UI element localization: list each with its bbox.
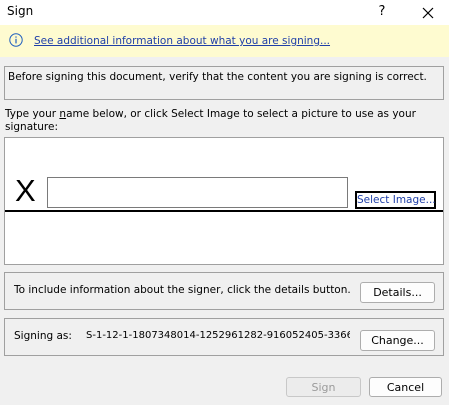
signature-area: X Select Image... [4, 137, 444, 265]
details-button[interactable]: Details... [360, 282, 435, 303]
sign-dialog: Sign ? See additional information about … [0, 0, 449, 405]
info-bar: See additional information about what yo… [0, 25, 449, 57]
verify-content-text: Before signing this document, verify tha… [8, 71, 427, 83]
title-bar: Sign ? [0, 0, 449, 25]
instruction-part1: Type your [5, 108, 60, 120]
info-icon [9, 33, 23, 47]
signing-as-label: Signing as: [14, 330, 72, 342]
signature-line [5, 210, 443, 212]
instruction-part2: ame below, or click Select Image to sele… [5, 108, 416, 133]
signing-as-box: Signing as: S-1-12-1-1807348014-12529612… [4, 318, 444, 356]
details-box: To include information about the signer,… [4, 272, 444, 310]
window-title: Sign [7, 4, 34, 18]
close-button[interactable] [413, 1, 443, 23]
signature-x-mark: X [15, 173, 36, 208]
sign-button[interactable]: Sign [286, 377, 361, 397]
cancel-button[interactable]: Cancel [369, 377, 442, 397]
help-button[interactable]: ? [368, 1, 396, 23]
change-button[interactable]: Change... [360, 330, 435, 351]
signature-name-input[interactable] [47, 177, 348, 208]
signature-instruction: Type your name below, or click Select Im… [5, 108, 445, 134]
signing-as-value: S-1-12-1-1807348014-1252961282-916052405… [86, 330, 350, 341]
close-icon [422, 7, 434, 18]
select-image-button[interactable]: Select Image... [355, 191, 436, 209]
details-text: To include information about the signer,… [14, 284, 351, 296]
verify-content-box: Before signing this document, verify tha… [4, 66, 444, 100]
additional-info-link[interactable]: See additional information about what yo… [34, 35, 330, 47]
